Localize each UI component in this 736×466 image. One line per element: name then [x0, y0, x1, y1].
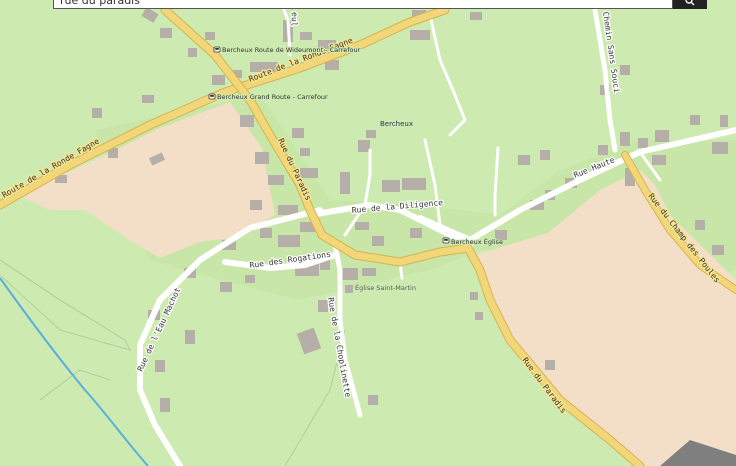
- label-stop-wideumont: Bercheux Route de Wideumont - Carrefour: [222, 46, 361, 54]
- label-place-bercheux: Bercheux: [380, 120, 413, 128]
- label-stop-grand-route: Bercheux Grand Route - Carrefour: [217, 93, 328, 101]
- label-road-top-fragment: eul: [289, 12, 299, 27]
- search-icon: [685, 0, 695, 5]
- label-church: Église Saint-Martin: [355, 283, 416, 292]
- bus-stop-icon: [442, 237, 450, 244]
- search-button[interactable]: [673, 0, 707, 9]
- bus-stop-eglise[interactable]: Bercheux Église: [442, 236, 504, 247]
- bus-stop-grand-route[interactable]: Bercheux Grand Route - Carrefour: [208, 92, 329, 102]
- bus-stop-wideumont[interactable]: Bercheux Route de Wideumont - Carrefour: [213, 45, 362, 55]
- map-canvas[interactable]: Route de la Ronde Fagne Route de la Rond…: [0, 0, 736, 466]
- search-input[interactable]: [53, 0, 673, 9]
- label-stop-eglise: Bercheux Église: [451, 237, 503, 246]
- bus-stop-icon: [213, 46, 221, 53]
- bus-stop-icon: [208, 93, 216, 100]
